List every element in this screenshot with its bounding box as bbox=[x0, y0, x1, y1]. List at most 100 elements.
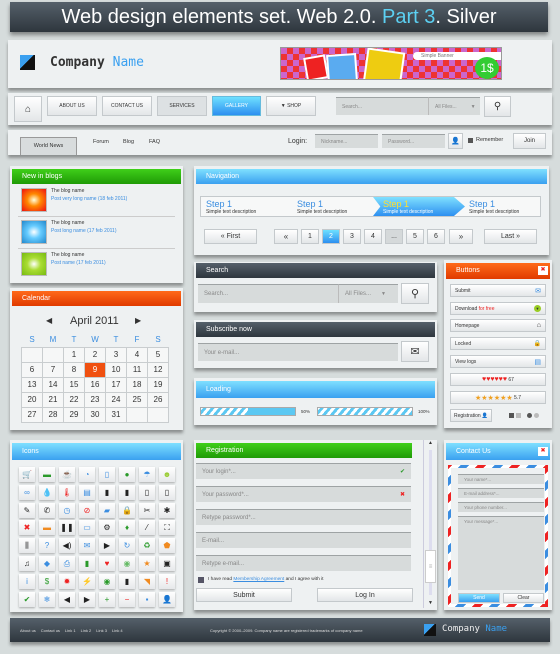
plus-icon[interactable]: + bbox=[99, 591, 115, 607]
refresh-icon[interactable]: ↻ bbox=[119, 538, 135, 554]
blog-post-link[interactable]: Post long name (17 feb 2011) bbox=[51, 228, 117, 234]
stars-rating[interactable]: ★★★★★★ 5.7 bbox=[450, 391, 546, 404]
remember-checkbox[interactable] bbox=[468, 138, 473, 143]
calendar-day[interactable]: 21 bbox=[42, 391, 64, 408]
calendar-day[interactable]: 6 bbox=[21, 361, 43, 378]
logo[interactable]: Company Name bbox=[50, 55, 144, 70]
smiley-icon[interactable]: ☻ bbox=[159, 467, 175, 482]
volume-icon[interactable]: ◀) bbox=[59, 538, 75, 554]
footer-logo[interactable]: Company Name bbox=[442, 624, 507, 634]
page-button[interactable]: 4 bbox=[364, 229, 382, 244]
blog-thumbnail[interactable] bbox=[21, 252, 47, 276]
calendar-day[interactable]: 1 bbox=[63, 346, 85, 363]
calendar-day[interactable]: 31 bbox=[105, 406, 127, 423]
folder-icon[interactable]: ▬ bbox=[39, 520, 55, 536]
calendar-day[interactable]: 16 bbox=[84, 376, 106, 393]
page-button[interactable]: 5 bbox=[406, 229, 424, 244]
battery-4-icon[interactable]: ▯ bbox=[159, 484, 175, 500]
page-button[interactable]: 6 bbox=[427, 229, 445, 244]
phone-device-icon[interactable]: ▯ bbox=[99, 467, 115, 482]
locked-button[interactable]: Locked 🔒 bbox=[450, 337, 546, 350]
close-icon[interactable]: ✖ bbox=[19, 520, 35, 536]
scroll-down-icon[interactable]: ▼ bbox=[428, 600, 433, 606]
fullscreen-icon[interactable]: ⛶ bbox=[159, 520, 175, 536]
registration-submit-button[interactable]: Submit bbox=[196, 588, 292, 602]
registration-field[interactable]: Retype password*... bbox=[196, 509, 411, 525]
mail-icon[interactable]: ✉ bbox=[79, 538, 95, 554]
chat-icon[interactable]: ▭ bbox=[79, 520, 95, 536]
calendar-day-selected[interactable]: 9 bbox=[84, 361, 106, 378]
calendar-day[interactable]: 12 bbox=[147, 361, 169, 378]
search-scope-select[interactable]: All Files... ▼ bbox=[338, 284, 398, 303]
info-icon[interactable]: i bbox=[19, 573, 35, 589]
join-button[interactable]: Join bbox=[513, 133, 546, 149]
footer-link[interactable]: Link 2 bbox=[81, 628, 92, 633]
arrow-left-icon[interactable]: ◀ bbox=[59, 591, 75, 607]
user-icon[interactable]: 👤 bbox=[159, 591, 175, 607]
password-input[interactable]: Password... bbox=[382, 134, 445, 148]
tag-icon[interactable]: ◆ bbox=[39, 556, 55, 571]
last-page-button[interactable]: Last » bbox=[484, 229, 537, 244]
clipboard-icon[interactable]: ▮ bbox=[119, 573, 135, 589]
settings-icon[interactable]: ✱ bbox=[159, 502, 175, 518]
nav-gallery[interactable]: GALLERY bbox=[212, 96, 261, 116]
camera-icon[interactable]: ▣ bbox=[159, 556, 175, 571]
download-button[interactable]: Download for free ▼ bbox=[450, 302, 546, 315]
page-button[interactable]: 2 bbox=[322, 229, 340, 244]
agree-checkbox[interactable] bbox=[198, 577, 204, 583]
contact-message-input[interactable]: Your message*... bbox=[458, 516, 544, 590]
registration-field[interactable]: Retype e-mail... bbox=[196, 555, 411, 571]
blog-post-link[interactable]: Post name (17 feb 2011) bbox=[51, 260, 106, 266]
square-toggle-on[interactable] bbox=[509, 413, 514, 418]
globe-icon[interactable]: ◉ bbox=[119, 556, 135, 571]
check-icon[interactable]: ✔ bbox=[19, 591, 35, 607]
dollar-icon[interactable]: $ bbox=[39, 573, 55, 589]
question-icon[interactable]: ? bbox=[39, 538, 55, 554]
calendar-day[interactable]: 29 bbox=[63, 406, 85, 423]
tab-blog[interactable]: Blog bbox=[123, 139, 134, 145]
snowflake-icon[interactable]: ❄ bbox=[39, 591, 55, 607]
arrow-right-icon[interactable]: ▶ bbox=[79, 591, 95, 607]
footer-link[interactable]: Link 4 bbox=[112, 628, 123, 633]
coffee-icon[interactable]: ☕ bbox=[59, 467, 75, 482]
bar-chart-icon[interactable]: ▮ bbox=[79, 556, 95, 571]
nav-services[interactable]: SERVICES bbox=[157, 96, 207, 116]
blog-name[interactable]: The blog name bbox=[51, 188, 84, 194]
calendar-day[interactable]: 30 bbox=[84, 406, 106, 423]
play-icon[interactable]: ▶ bbox=[99, 538, 115, 554]
thermometer-icon[interactable]: 🌡 bbox=[59, 484, 75, 500]
calendar-day[interactable]: 10 bbox=[105, 361, 127, 378]
sun-icon[interactable]: ✹ bbox=[59, 573, 75, 589]
blog-thumbnail[interactable] bbox=[21, 188, 47, 212]
page-button[interactable]: 1 bbox=[301, 229, 319, 244]
contact-email-input[interactable]: E-mail address*... bbox=[458, 488, 544, 498]
printer-icon[interactable]: ⎙ bbox=[59, 556, 75, 571]
lightning-icon[interactable]: ⚡ bbox=[79, 573, 95, 589]
minus-icon[interactable]: − bbox=[119, 591, 135, 607]
pause-icon[interactable]: ❚❚ bbox=[59, 520, 75, 536]
search-button[interactable]: ⚲ bbox=[401, 283, 429, 304]
pie-chart-icon[interactable]: ◔ bbox=[79, 467, 95, 482]
step[interactable]: Step 1 Simple text description bbox=[287, 197, 379, 216]
next-month-button[interactable]: ▶ bbox=[135, 316, 141, 325]
view-logs-button[interactable]: View logs ▤ bbox=[450, 355, 546, 368]
contact-clear-button[interactable]: Clear bbox=[503, 593, 544, 603]
step-active[interactable]: Step 1 Simple text description bbox=[373, 197, 465, 216]
calendar-day[interactable]: 13 bbox=[21, 376, 43, 393]
cart-icon[interactable]: 🛒 bbox=[19, 467, 35, 482]
gear-icon[interactable]: ⚙ bbox=[99, 520, 115, 536]
calendar-day[interactable]: 4 bbox=[126, 346, 148, 363]
calendar-day[interactable]: 15 bbox=[63, 376, 85, 393]
calendar-day[interactable]: 11 bbox=[126, 361, 148, 378]
radio-off[interactable] bbox=[534, 413, 539, 418]
battery-2-icon[interactable]: ▮ bbox=[119, 484, 135, 500]
brush-icon[interactable]: ⁄ bbox=[139, 520, 155, 536]
rss-icon[interactable]: ◥ bbox=[139, 573, 155, 589]
exclamation-icon[interactable]: ! bbox=[159, 573, 175, 589]
scissors-icon[interactable]: ✂ bbox=[139, 502, 155, 518]
briefcase-icon[interactable]: ▰ bbox=[99, 502, 115, 518]
forbidden-icon[interactable]: ⊘ bbox=[79, 502, 95, 518]
registration-login-button[interactable]: Log In bbox=[317, 588, 413, 602]
registration-button[interactable]: Registration 👤 bbox=[450, 409, 492, 422]
calendar-day[interactable]: 22 bbox=[63, 391, 85, 408]
